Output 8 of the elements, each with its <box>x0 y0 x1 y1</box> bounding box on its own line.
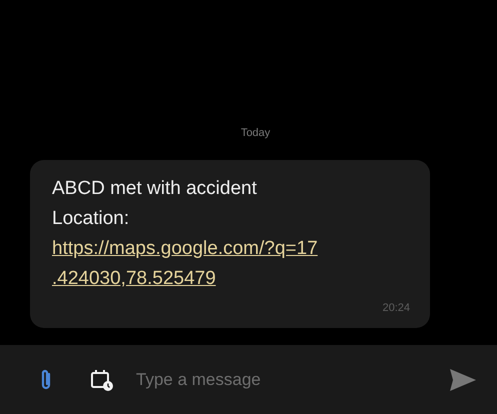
message-text: Location: <box>52 207 130 231</box>
schedule-icon[interactable] <box>90 368 114 392</box>
map-link[interactable]: https://maps.google.com/?q=17 .424030,78.525479 <box>52 234 410 294</box>
message-time: 20:24 <box>381 302 410 314</box>
date-divider: Today <box>240 126 270 140</box>
message-field[interactable]: Type a message <box>134 368 449 390</box>
message-text: ABCD met with accident <box>52 177 258 201</box>
send-icon[interactable] <box>449 368 477 392</box>
